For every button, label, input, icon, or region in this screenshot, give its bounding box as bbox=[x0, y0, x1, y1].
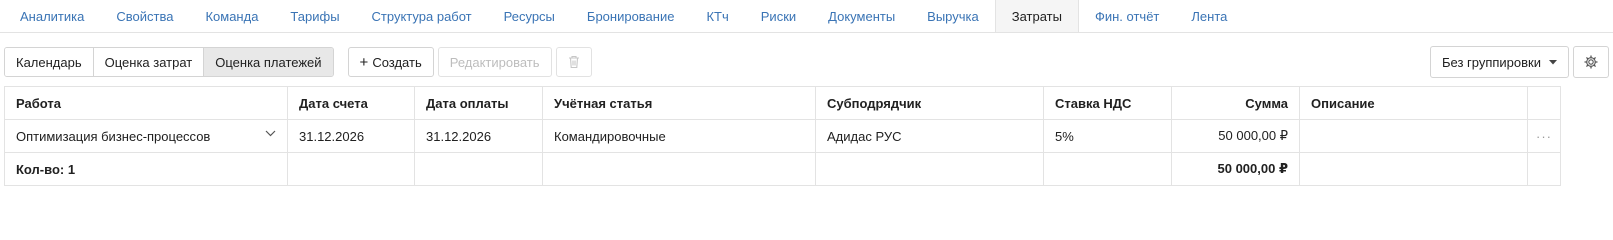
cell-amount[interactable]: 50 000,00 ₽ bbox=[1171, 119, 1300, 153]
tab-analytics[interactable]: Аналитика bbox=[4, 0, 100, 32]
col-header-article[interactable]: Учётная статья bbox=[542, 86, 816, 120]
tab-ktch[interactable]: КТч bbox=[690, 0, 744, 32]
cell-article[interactable]: Командировочные bbox=[542, 119, 816, 153]
cell-vat[interactable]: 5% bbox=[1043, 119, 1172, 153]
settings-button[interactable] bbox=[1573, 46, 1609, 78]
total-empty bbox=[1299, 152, 1528, 186]
tab-documents[interactable]: Документы bbox=[812, 0, 911, 32]
payments-table: Работа Дата счета Дата оплаты Учётная ст… bbox=[4, 86, 1561, 186]
cell-description[interactable] bbox=[1299, 119, 1528, 153]
edit-button[interactable]: Редактировать bbox=[437, 47, 552, 77]
total-empty bbox=[414, 152, 543, 186]
tab-fin-report[interactable]: Фин. отчёт bbox=[1079, 0, 1175, 32]
view-payment-estimate-button[interactable]: Оценка платежей bbox=[204, 48, 333, 76]
cell-invoice-date[interactable]: 31.12.2026 bbox=[287, 119, 415, 153]
col-header-actions bbox=[1527, 86, 1561, 120]
delete-button[interactable] bbox=[555, 47, 592, 77]
cell-work-label: Оптимизация бизнес-процессов bbox=[16, 128, 211, 144]
total-amount: 50 000,00 ₽ bbox=[1171, 152, 1300, 186]
tab-revenue[interactable]: Выручка bbox=[911, 0, 995, 32]
totals-row: Кол-во: 1 50 000,00 ₽ bbox=[4, 152, 1561, 186]
row-menu-cell: ··· bbox=[1527, 119, 1561, 153]
create-button[interactable]: + Создать bbox=[347, 47, 434, 77]
tab-properties[interactable]: Свойства bbox=[100, 0, 189, 32]
edit-button-label: Редактировать bbox=[449, 54, 540, 70]
view-cost-estimate-button[interactable]: Оценка затрат bbox=[93, 48, 205, 76]
total-count: Кол-во: 1 bbox=[4, 152, 288, 186]
col-header-amount[interactable]: Сумма bbox=[1171, 86, 1300, 120]
total-empty bbox=[287, 152, 415, 186]
total-empty bbox=[815, 152, 1044, 186]
grouping-label: Без группировки bbox=[1441, 54, 1541, 70]
more-icon[interactable]: ··· bbox=[1536, 129, 1552, 144]
tab-feed[interactable]: Лента bbox=[1175, 0, 1243, 32]
col-header-subcontractor[interactable]: Субподрядчик bbox=[815, 86, 1044, 120]
view-calendar-button[interactable]: Календарь bbox=[5, 48, 94, 76]
table-header-row: Работа Дата счета Дата оплаты Учётная ст… bbox=[4, 86, 1561, 120]
tab-costs[interactable]: Затраты bbox=[994, 0, 1079, 32]
view-switcher: Календарь Оценка затрат Оценка платежей bbox=[4, 47, 334, 77]
col-header-invoice-date[interactable]: Дата счета bbox=[287, 86, 415, 120]
tab-risks[interactable]: Риски bbox=[745, 0, 812, 32]
cell-subcontractor[interactable]: Адидас РУС bbox=[815, 119, 1044, 153]
col-header-work[interactable]: Работа bbox=[4, 86, 288, 120]
total-empty bbox=[542, 152, 816, 186]
tab-team[interactable]: Команда bbox=[189, 0, 274, 32]
tab-wbs[interactable]: Структура работ bbox=[356, 0, 488, 32]
col-header-vat[interactable]: Ставка НДС bbox=[1043, 86, 1172, 120]
col-header-description[interactable]: Описание bbox=[1299, 86, 1528, 120]
grouping-dropdown[interactable]: Без группировки bbox=[1429, 46, 1569, 78]
tab-rates[interactable]: Тарифы bbox=[274, 0, 355, 32]
col-header-payment-date[interactable]: Дата оплаты bbox=[414, 86, 543, 120]
tab-booking[interactable]: Бронирование bbox=[571, 0, 691, 32]
cell-work[interactable]: Оптимизация бизнес-процессов bbox=[4, 119, 288, 153]
tab-resources[interactable]: Ресурсы bbox=[488, 0, 571, 32]
toolbar: Календарь Оценка затрат Оценка платежей … bbox=[4, 46, 1609, 78]
gear-icon bbox=[1584, 55, 1598, 69]
total-empty bbox=[1043, 152, 1172, 186]
section-tabs: Аналитика Свойства Команда Тарифы Структ… bbox=[0, 0, 1613, 33]
trash-icon bbox=[568, 55, 579, 69]
table-row[interactable]: Оптимизация бизнес-процессов 31.12.2026 … bbox=[4, 119, 1561, 153]
create-button-label: Создать bbox=[372, 54, 422, 70]
total-empty bbox=[1527, 152, 1561, 186]
cell-payment-date[interactable]: 31.12.2026 bbox=[414, 119, 543, 153]
chevron-down-icon[interactable] bbox=[265, 130, 276, 137]
caret-down-icon bbox=[1549, 59, 1557, 64]
plus-icon: + bbox=[359, 53, 369, 71]
